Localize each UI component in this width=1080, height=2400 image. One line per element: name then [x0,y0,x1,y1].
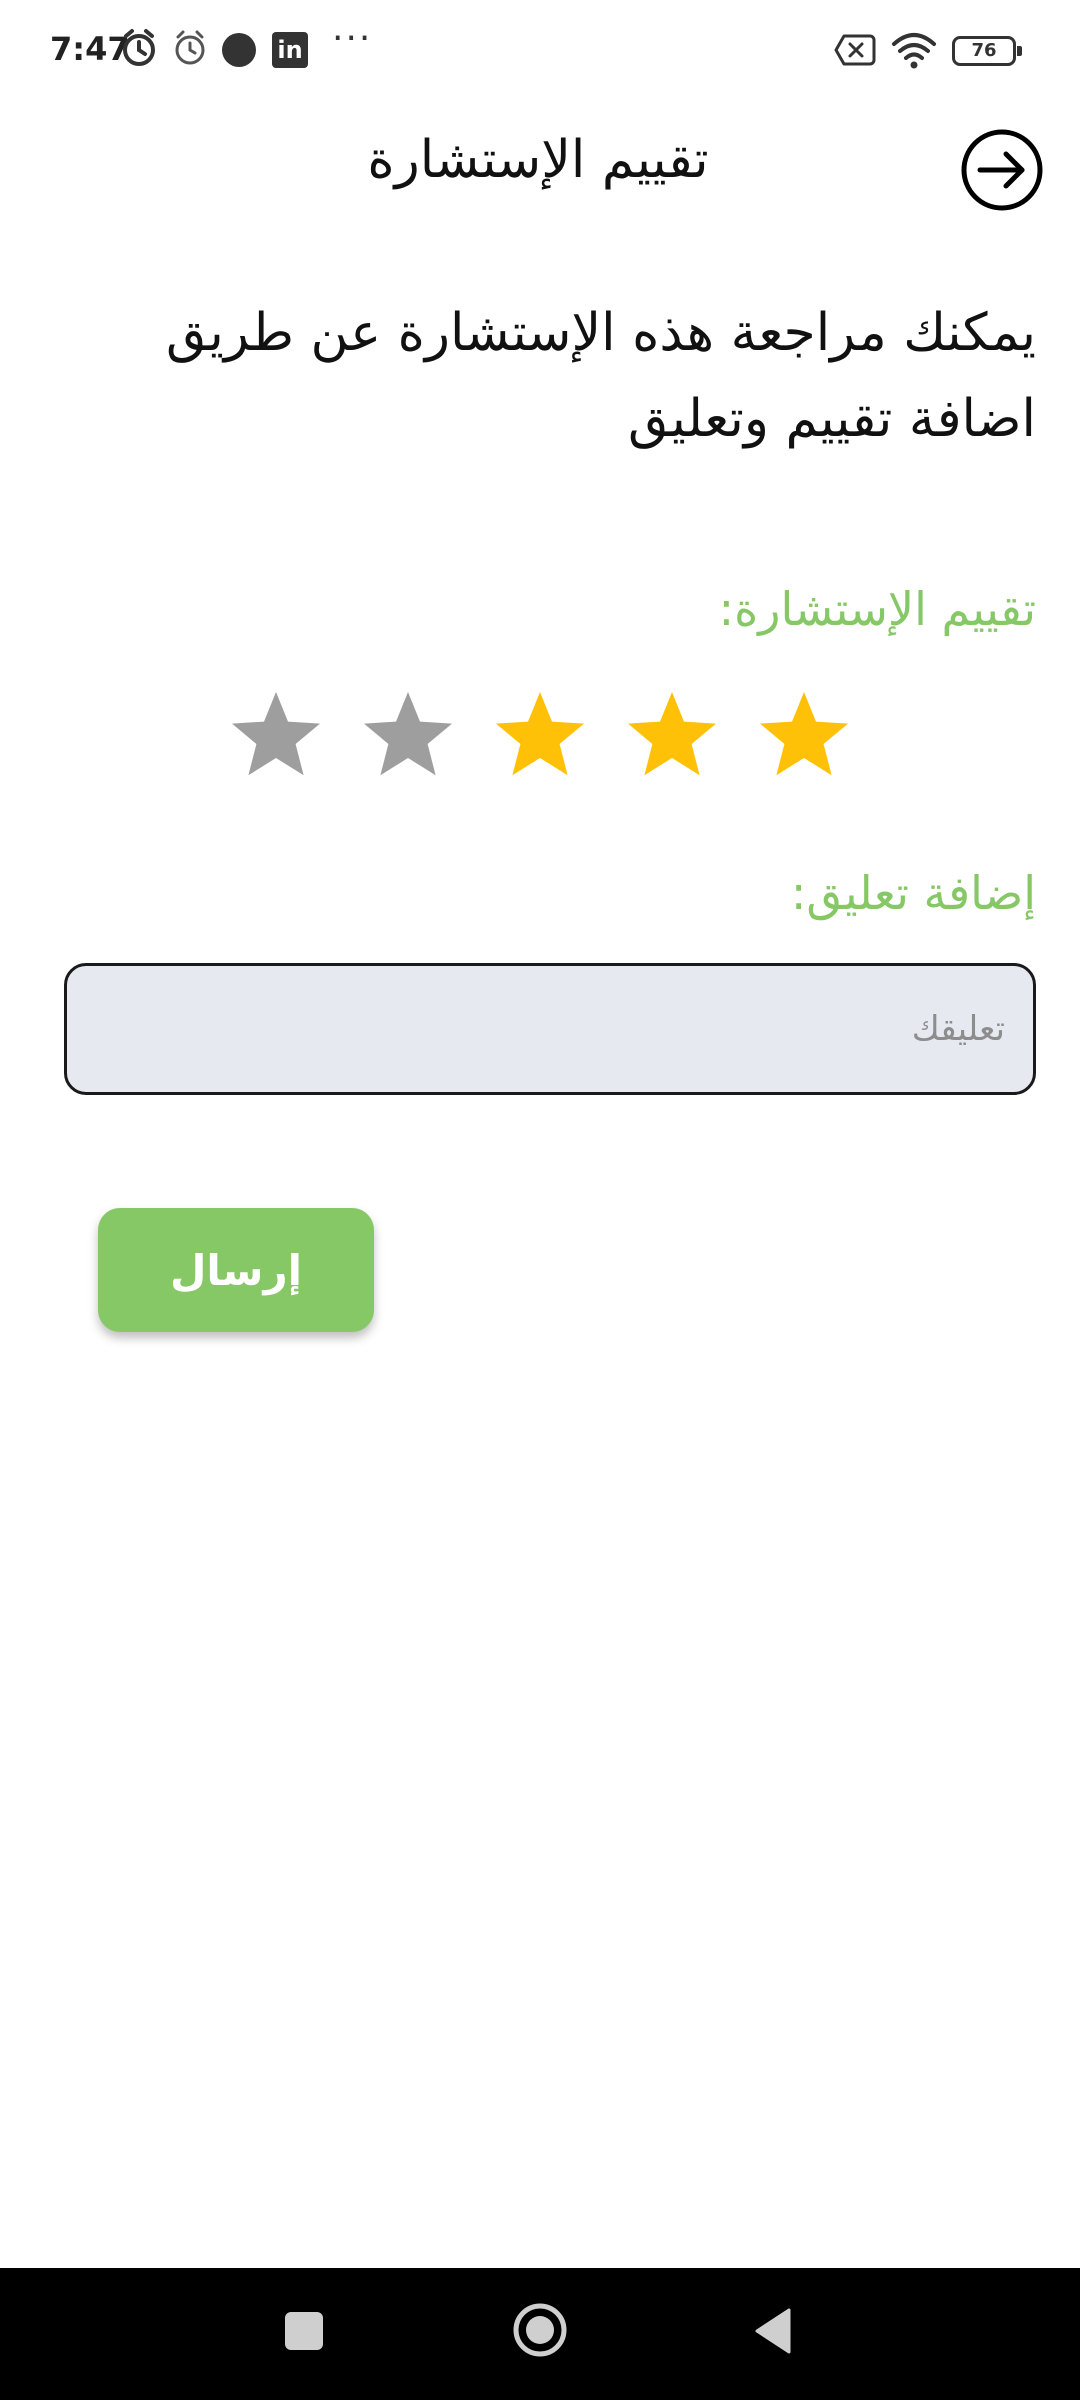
page-title: تقييم الإستشارة [367,130,709,190]
more-notifications-icon: ··· [332,18,373,59]
status-bar: 7:47 in ··· 76 [0,0,1080,100]
star-icon-2[interactable] [360,686,456,782]
battery-icon: 76 [952,36,1022,66]
rating-label: تقييم الإستشارة: [718,582,1036,636]
recents-square-icon[interactable] [285,2312,323,2350]
navigation-bar [0,2268,1080,2400]
review-description: يمكنك مراجعة هذه الإستشارة عن طريق اضافة… [166,303,1036,449]
star-icon-1[interactable] [228,686,324,782]
alarm-clock-icon [123,29,155,66]
no-sim-icon [834,34,876,66]
status-time: 7:47 [50,30,130,68]
star-icon-3[interactable] [492,686,588,782]
comment-label: إضافة تعليق: [790,866,1036,920]
submit-button[interactable]: إرسال [98,1208,374,1332]
home-circle-icon[interactable] [512,2302,568,2358]
star-rating[interactable] [228,686,853,782]
linkedin-icon: in [272,32,308,68]
alarm-icon [175,30,205,65]
star-icon-4[interactable] [624,686,720,782]
comment-input[interactable] [64,963,1036,1095]
star-icon-5[interactable] [756,686,852,782]
wifi-icon [892,33,936,69]
back-button[interactable] [960,128,1044,212]
back-triangle-icon[interactable] [753,2306,793,2356]
arrow-right-circle-icon [961,129,1043,211]
notification-dot-icon [222,33,256,67]
